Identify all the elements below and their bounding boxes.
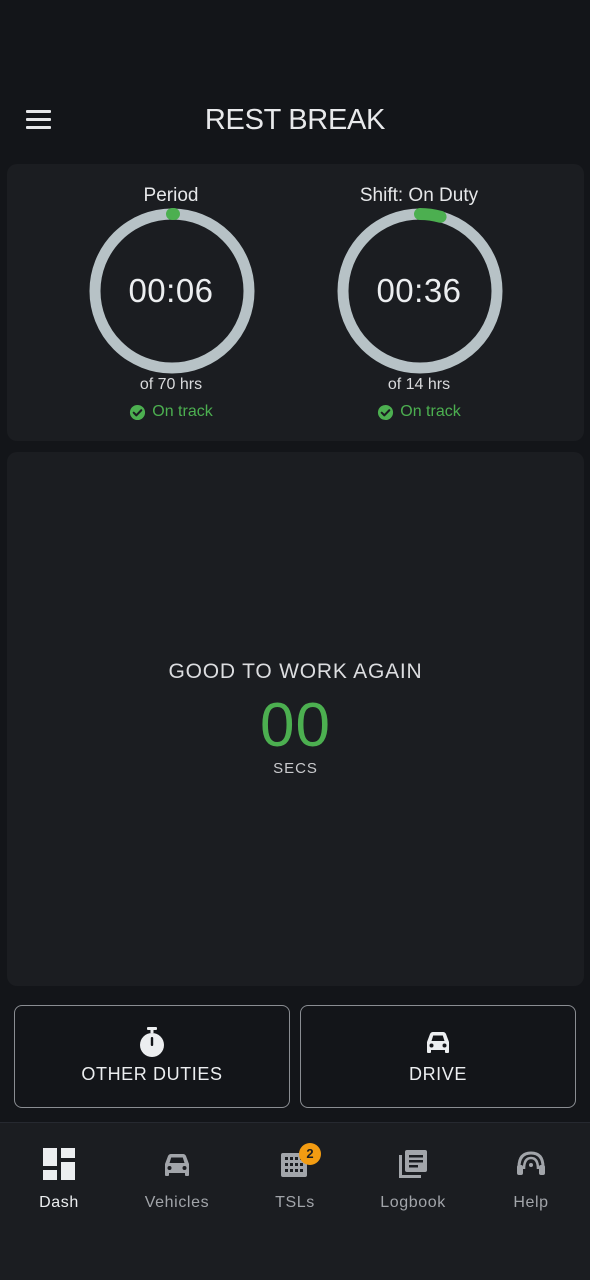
other-duties-button[interactable]: OTHER DUTIES xyxy=(14,1005,290,1108)
nav-label-help: Help xyxy=(513,1194,549,1211)
nav-label-dash: Dash xyxy=(39,1194,79,1211)
shift-status: On track xyxy=(319,403,519,421)
period-timer: Period 00:06 of 70 hrs On track xyxy=(71,164,271,441)
dashboard-icon xyxy=(43,1148,75,1180)
period-timer-subtitle: of 70 hrs xyxy=(139,376,203,393)
nav-label-logbook: Logbook xyxy=(380,1194,446,1211)
app-root: REST BREAK Period 00:06 of 70 hrs On tra… xyxy=(0,0,590,1280)
shift-timer-label: Shift: On Duty xyxy=(359,185,479,206)
period-timer-value: 00:06 xyxy=(128,272,214,309)
period-status-text: On track xyxy=(152,403,213,420)
bottom-navigation: Dash Vehicles 2 TSLs Logbook Help xyxy=(0,1122,590,1280)
break-status-card: GOOD TO WORK AGAIN 00 SECS xyxy=(7,452,584,986)
tsls-badge: 2 xyxy=(299,1143,321,1165)
other-duties-label: OTHER DUTIES xyxy=(81,1064,223,1084)
break-countdown-unit: SECS xyxy=(273,760,318,777)
nav-item-dash[interactable]: Dash xyxy=(0,1123,118,1233)
shift-status-text: On track xyxy=(400,403,461,420)
period-timer-label: Period xyxy=(143,185,199,206)
break-countdown-value: 00 xyxy=(260,691,331,760)
nav-item-vehicles[interactable]: Vehicles xyxy=(118,1123,236,1233)
drive-label: DRIVE xyxy=(408,1064,467,1084)
logbook-icon xyxy=(399,1150,427,1178)
car-icon xyxy=(165,1154,189,1176)
timers-card: Period 00:06 of 70 hrs On track Shift: O… xyxy=(7,164,584,441)
shift-timer-subtitle: of 14 hrs xyxy=(387,376,451,393)
car-icon xyxy=(427,1032,449,1053)
stopwatch-icon xyxy=(140,1027,164,1057)
check-circle-icon xyxy=(378,404,394,420)
nav-label-vehicles: Vehicles xyxy=(144,1194,210,1211)
nav-label-tsls: TSLs xyxy=(275,1194,315,1211)
check-circle-icon xyxy=(130,404,146,420)
nav-item-tsls[interactable]: 2 TSLs xyxy=(236,1123,354,1233)
headset-icon xyxy=(517,1151,545,1175)
shift-timer: Shift: On Duty 00:36 of 14 hrs On track xyxy=(319,164,519,441)
nav-item-help[interactable]: Help xyxy=(472,1123,590,1233)
page-title: REST BREAK xyxy=(204,104,386,136)
drive-button[interactable]: DRIVE xyxy=(300,1005,576,1108)
shift-timer-value: 00:36 xyxy=(376,272,462,309)
header: REST BREAK xyxy=(0,92,590,148)
period-status: On track xyxy=(71,403,271,421)
break-status-label: GOOD TO WORK AGAIN xyxy=(168,660,423,683)
nav-item-logbook[interactable]: Logbook xyxy=(354,1123,472,1233)
